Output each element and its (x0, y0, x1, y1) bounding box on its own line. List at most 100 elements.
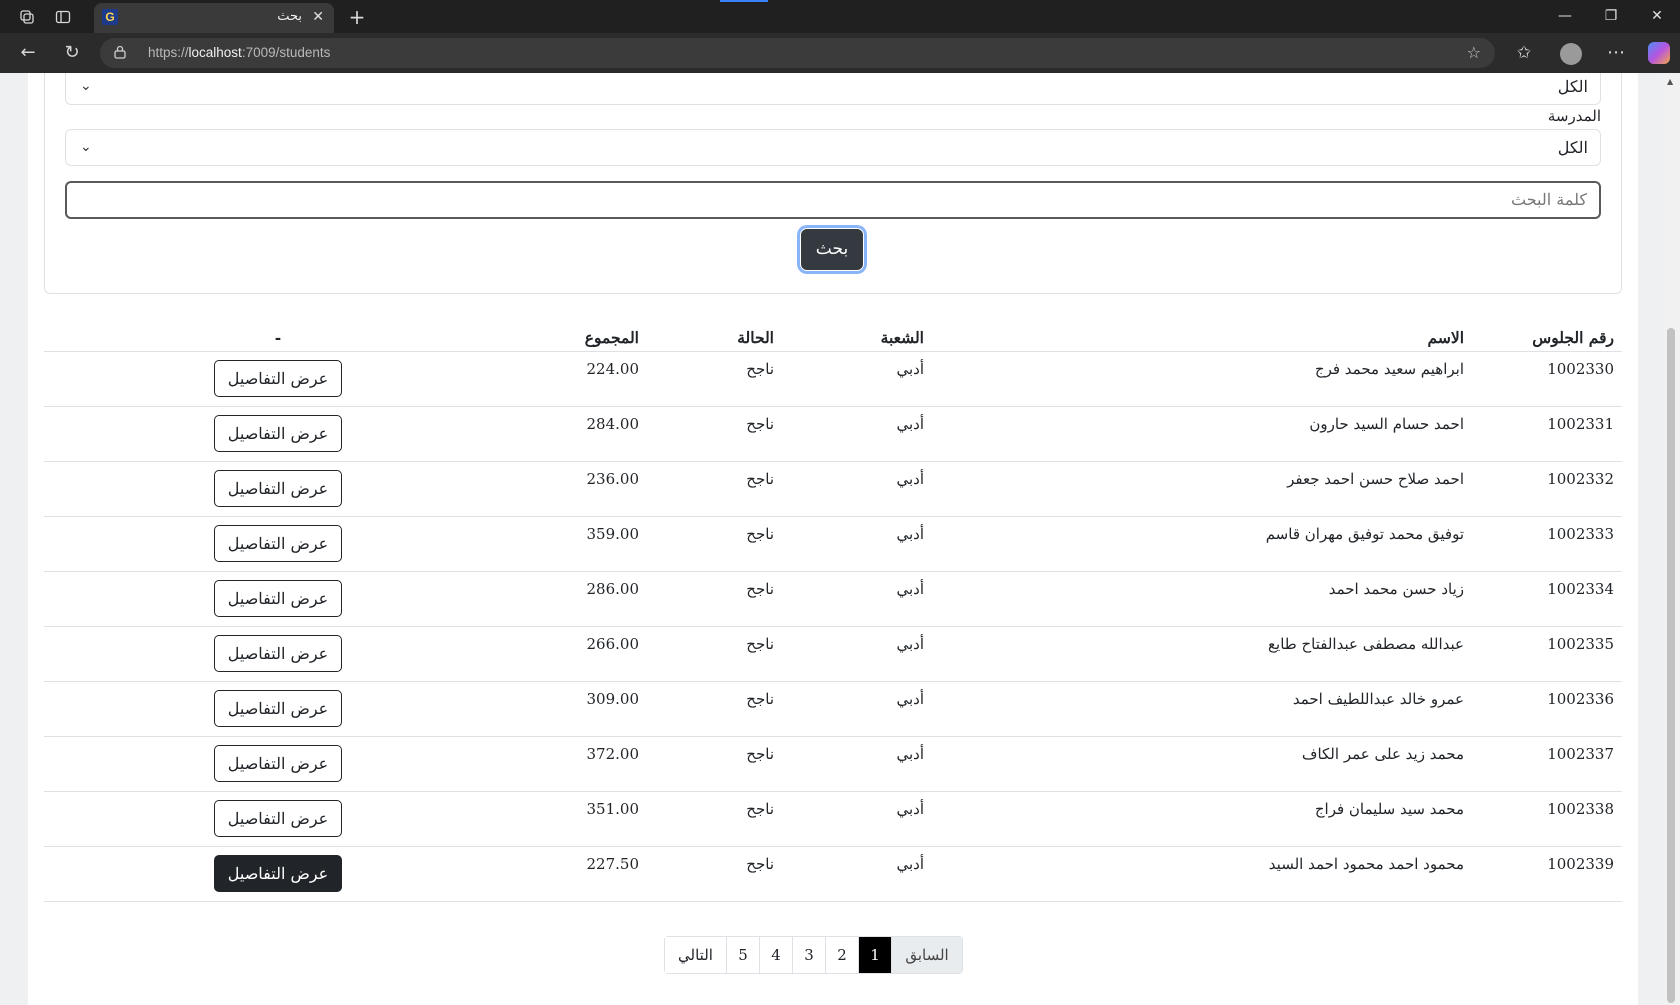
tab-active[interactable]: G بحث ✕ (94, 3, 334, 33)
total-cell: 224.00 (512, 351, 647, 407)
view-details-button[interactable]: عرض التفاصيل (214, 359, 342, 397)
status-cell: ناجح (647, 516, 782, 572)
seat-number-cell: 1002338 (1472, 791, 1622, 847)
profile-avatar[interactable] (1560, 43, 1582, 65)
favicon-icon: G (102, 9, 118, 25)
student-name-cell: احمد حسام السيد حارون (932, 406, 1472, 462)
seat-number-cell: 1002335 (1472, 626, 1622, 682)
division-cell: أدبي (782, 626, 932, 682)
browser-address-bar: ← ↻ https://localhost:7009/students ☆ ✩ … (0, 33, 1680, 73)
view-details-button[interactable]: عرض التفاصيل (214, 414, 342, 452)
url-field[interactable]: https://localhost:7009/students ☆ (100, 38, 1495, 68)
copilot-icon[interactable] (1648, 42, 1670, 64)
page-4-button[interactable]: 4 (760, 937, 793, 973)
page-1-button[interactable]: 1 (859, 937, 892, 973)
favorites-icon[interactable]: ✩ (1512, 42, 1536, 66)
students-table: رقم الجلوس الاسم الشعبة الحالة المجموع -… (44, 303, 1622, 902)
url-host: localhost (188, 45, 242, 60)
division-cell: أدبي (782, 516, 932, 572)
student-name-cell: زياد حسن محمد احمد (932, 571, 1472, 627)
table-row: 1002334 زياد حسن محمد احمد أدبي ناجح 286.00 ع… (44, 571, 1622, 627)
action-cell: عرض التفاصيل (44, 846, 512, 902)
status-cell: ناجح (647, 406, 782, 462)
table-row: 1002337 محمد زيد على عمر الكاف أدبي ناجح 372… (44, 736, 1622, 792)
header-action: - (44, 303, 512, 352)
minimize-icon[interactable]: — (1550, 5, 1580, 27)
vertical-tabs-icon[interactable] (52, 6, 74, 28)
division-cell: أدبي (782, 406, 932, 462)
filter-select-top-value: الكل (1557, 77, 1588, 96)
action-cell: عرض التفاصيل (44, 461, 512, 517)
view-details-button[interactable]: عرض التفاصيل (214, 689, 342, 727)
view-details-button[interactable]: عرض التفاصيل (214, 744, 342, 782)
action-cell: عرض التفاصيل (44, 351, 512, 407)
view-details-button[interactable]: عرض التفاصيل (214, 634, 342, 672)
division-cell: أدبي (782, 461, 932, 517)
action-cell: عرض التفاصيل (44, 516, 512, 572)
search-button[interactable]: بحث (800, 228, 864, 271)
page-previous-button: السابق (892, 937, 962, 973)
back-arrow-icon[interactable]: ← (16, 42, 40, 66)
scrollbar-thumb[interactable] (1667, 328, 1675, 1003)
view-details-button[interactable]: عرض التفاصيل (214, 469, 342, 507)
chevron-down-icon: ⌄ (80, 78, 92, 94)
chevron-down-icon: ⌄ (80, 139, 92, 155)
division-cell: أدبي (782, 791, 932, 847)
browser-tab-bar: G بحث ✕ + — ❐ ✕ (0, 0, 1680, 33)
header-total: المجموع (512, 303, 647, 352)
page-3-button[interactable]: 3 (793, 937, 826, 973)
division-cell: أدبي (782, 571, 932, 627)
table-row: 1002332 احمد صلاح حسن احمد جعفر أدبي ناجح 23… (44, 461, 1622, 517)
view-details-button[interactable]: عرض التفاصيل (214, 524, 342, 562)
school-select[interactable]: الكل ⌄ (65, 129, 1601, 166)
action-cell: عرض التفاصيل (44, 681, 512, 737)
workspaces-icon[interactable] (16, 6, 38, 28)
view-details-button[interactable]: عرض التفاصيل (214, 579, 342, 617)
total-cell: 236.00 (512, 461, 647, 517)
page-scrollbar[interactable]: ▲ (1662, 73, 1680, 1005)
seat-number-cell: 1002333 (1472, 516, 1622, 572)
seat-number-cell: 1002332 (1472, 461, 1622, 517)
table-row: 1002339 محمود احمد محمود احمد السيد أدبي نا… (44, 846, 1622, 902)
favorite-star-icon[interactable]: ☆ (1467, 43, 1481, 62)
header-status: الحالة (647, 303, 782, 352)
scroll-up-icon[interactable]: ▲ (1667, 77, 1673, 86)
url-text: https://localhost:7009/students (148, 45, 330, 60)
tab-accent-line (720, 0, 768, 2)
school-select-value: الكل (1557, 138, 1588, 157)
division-cell: أدبي (782, 846, 932, 902)
view-details-button[interactable]: عرض التفاصيل (214, 854, 342, 892)
page-next-button[interactable]: التالي (665, 937, 727, 973)
tab-close-icon[interactable]: ✕ (312, 9, 324, 25)
action-cell: عرض التفاصيل (44, 626, 512, 682)
more-options-icon[interactable]: ⋯ (1604, 42, 1628, 66)
action-cell: عرض التفاصيل (44, 571, 512, 627)
seat-number-cell: 1002337 (1472, 736, 1622, 792)
url-prefix: https:// (148, 45, 189, 60)
total-cell: 351.00 (512, 791, 647, 847)
header-name: الاسم (932, 303, 1472, 352)
filter-select-top[interactable]: الكل ⌄ (65, 73, 1601, 105)
restore-icon[interactable]: ❐ (1596, 5, 1626, 27)
new-tab-icon[interactable]: + (346, 5, 368, 29)
total-cell: 227.50 (512, 846, 647, 902)
action-cell: عرض التفاصيل (44, 736, 512, 792)
table-header-row: رقم الجلوس الاسم الشعبة الحالة المجموع - (44, 303, 1622, 352)
school-label: المدرسة (1547, 107, 1601, 125)
view-details-button[interactable]: عرض التفاصيل (214, 799, 342, 837)
student-name-cell: ابراهيم سعيد محمد فرج (932, 351, 1472, 407)
page-2-button[interactable]: 2 (826, 937, 859, 973)
pagination: التالي 5 4 3 2 1 السابق (664, 936, 963, 974)
search-input[interactable]: كلمة البحث (65, 181, 1601, 219)
reload-icon[interactable]: ↻ (60, 42, 84, 66)
page-5-button[interactable]: 5 (727, 937, 760, 973)
table-row: 1002333 توفيق محمد توفيق مهران قاسم أدبي نا… (44, 516, 1622, 572)
division-cell: أدبي (782, 351, 932, 407)
status-cell: ناجح (647, 626, 782, 682)
status-cell: ناجح (647, 461, 782, 517)
window-close-icon[interactable]: ✕ (1642, 5, 1672, 27)
seat-number-cell: 1002334 (1472, 571, 1622, 627)
page-content: الكل ⌄ المدرسة الكل ⌄ كلمة البحث بحث رقم… (28, 73, 1638, 1005)
table-row: 1002335 عبدالله مصطفى عبدالفتاح طايع أدبي ن… (44, 626, 1622, 682)
total-cell: 372.00 (512, 736, 647, 792)
